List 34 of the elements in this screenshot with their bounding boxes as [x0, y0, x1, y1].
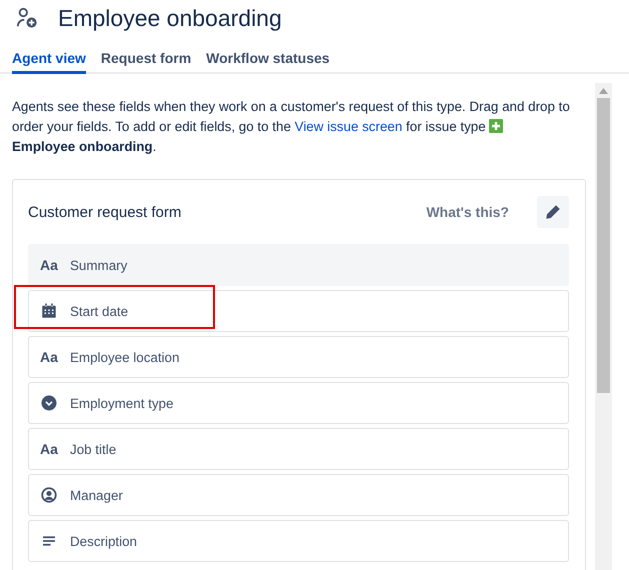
pencil-icon — [544, 203, 562, 221]
dropdown-icon — [40, 394, 58, 412]
form-field-row[interactable]: Start date — [28, 290, 569, 332]
tab[interactable]: Request form — [100, 50, 192, 74]
field-label: Manager — [70, 488, 123, 502]
field-label: Description — [70, 534, 137, 548]
calendar-icon — [40, 302, 58, 320]
form-field-row[interactable]: Description — [28, 520, 569, 562]
field-label: Employment type — [70, 396, 174, 410]
field-label: Employee location — [70, 350, 180, 364]
form-field-row[interactable]: Aa Job title — [28, 428, 569, 470]
tab[interactable]: Agent view — [12, 50, 86, 74]
intro-text: Agents see these fields when they work on a customer's request of this type. Drag and drop to order your fields. To add or edit fields, go to the View issue screen for issue type Employee onboarding. — [12, 98, 571, 156]
tab[interactable]: Workflow statuses — [206, 50, 330, 74]
scroll-up-icon[interactable] — [599, 88, 608, 94]
scrollbar[interactable] — [595, 83, 612, 570]
whats-this-link[interactable]: What's this? — [426, 204, 509, 220]
card-title: Customer request form — [28, 204, 182, 220]
form-field-row[interactable]: Employment type — [28, 382, 569, 424]
user-add-icon — [16, 7, 38, 29]
view-issue-screen-link[interactable]: View issue screen — [294, 119, 402, 134]
page-title: Employee onboarding — [58, 4, 282, 32]
field-label: Job title — [70, 442, 116, 456]
form-field-row[interactable]: Manager — [28, 474, 569, 516]
plus-square-icon — [489, 119, 504, 133]
text-field-icon: Aa — [40, 349, 58, 365]
text-field-icon: Aa — [40, 257, 58, 273]
form-field-row[interactable]: Aa Employee location — [28, 336, 569, 378]
field-label: Start date — [70, 304, 128, 318]
field-label: Summary — [70, 258, 128, 272]
edit-button[interactable] — [537, 196, 569, 228]
scroll-thumb[interactable] — [597, 98, 610, 393]
user-icon — [40, 486, 58, 504]
text-field-icon: Aa — [40, 441, 58, 457]
